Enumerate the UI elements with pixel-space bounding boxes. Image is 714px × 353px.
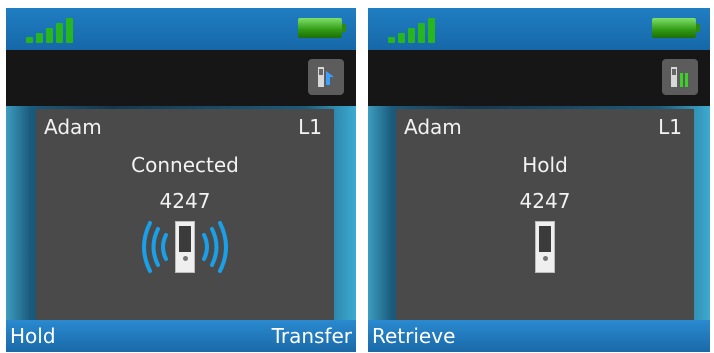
phone-number: 4247 — [519, 189, 571, 213]
battery-icon — [298, 18, 346, 38]
call-info-area: Adam L1 Hold 4247 — [368, 106, 710, 320]
call-on-hold-icon[interactable] — [662, 59, 698, 95]
phone-handset-icon — [175, 221, 195, 273]
action-bar — [6, 50, 356, 106]
status-bar — [6, 8, 356, 50]
handset-screen-hold: Adam L1 Hold 4247 Retrieve — [368, 8, 710, 352]
action-bar — [368, 50, 710, 106]
battery-icon — [652, 18, 700, 38]
line-label: L1 — [658, 115, 682, 139]
handset-screen-connected: Adam L1 Connected 4247 Hold Transfer — [6, 8, 356, 352]
hold-softkey[interactable]: Hold — [10, 324, 56, 348]
phone-number: 4247 — [159, 189, 211, 213]
contact-name: Adam — [44, 115, 102, 139]
call-panel: Adam L1 Connected 4247 — [36, 109, 334, 320]
signal-strength-icon — [388, 15, 452, 43]
line-label: L1 — [298, 115, 322, 139]
signal-strength-icon — [26, 15, 90, 43]
retrieve-softkey[interactable]: Retrieve — [372, 324, 455, 348]
phone-handset-icon — [535, 221, 555, 273]
call-state: Connected — [131, 153, 239, 177]
call-state: Hold — [522, 153, 568, 177]
status-bar — [368, 8, 710, 50]
call-panel: Adam L1 Hold 4247 — [396, 109, 694, 320]
call-info-area: Adam L1 Connected 4247 — [6, 106, 356, 320]
transfer-softkey[interactable]: Transfer — [272, 324, 352, 348]
softkey-bar: Retrieve — [368, 320, 710, 352]
transfer-call-icon[interactable] — [308, 59, 344, 95]
contact-name: Adam — [404, 115, 462, 139]
softkey-bar: Hold Transfer — [6, 320, 356, 352]
